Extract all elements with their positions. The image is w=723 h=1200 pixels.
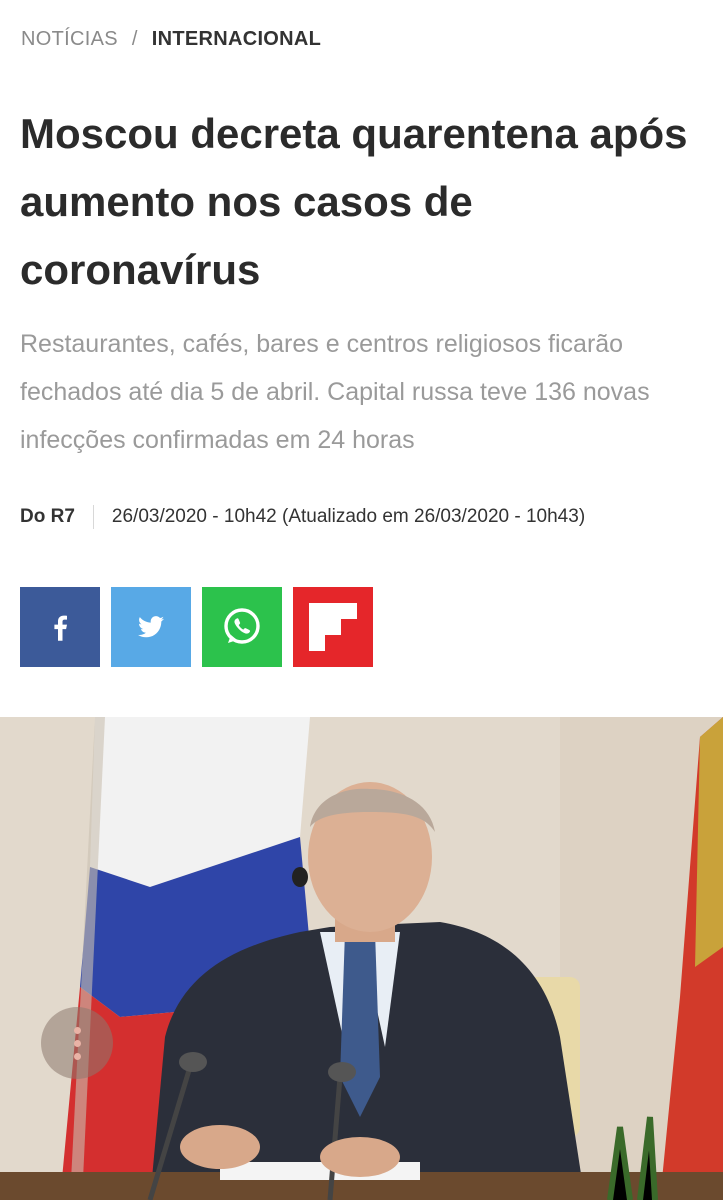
article-source: Do R7 bbox=[20, 506, 75, 527]
twitter-icon bbox=[138, 616, 164, 638]
breadcrumb-section-link[interactable]: NOTÍCIAS bbox=[21, 28, 118, 51]
flipboard-icon bbox=[309, 603, 357, 651]
article-title: Moscou decreta quarentena após aumento n… bbox=[20, 110, 688, 293]
share-facebook-button[interactable] bbox=[20, 587, 100, 667]
breadcrumb: NOTÍCIAS / INTERNACIONAL bbox=[21, 28, 321, 51]
article-subtitle: Restaurantes, cafés, bares e centros rel… bbox=[20, 330, 650, 454]
breadcrumb-subsection-link[interactable]: INTERNACIONAL bbox=[152, 28, 321, 51]
whatsapp-icon bbox=[224, 608, 260, 644]
share-flipboard-button[interactable] bbox=[293, 587, 373, 667]
article-photo-image bbox=[0, 717, 723, 1200]
meta-divider bbox=[92, 505, 94, 529]
share-bar bbox=[20, 587, 373, 667]
breadcrumb-separator: / bbox=[131, 28, 138, 50]
more-options-icon bbox=[73, 1052, 81, 1060]
more-options-icon bbox=[73, 1039, 81, 1047]
share-twitter-button[interactable] bbox=[111, 587, 191, 667]
more-options-button[interactable] bbox=[41, 1007, 113, 1079]
article-timestamp: 26/03/2020 - 10h42 (Atualizado em 26/03/… bbox=[111, 506, 586, 527]
article-photo bbox=[0, 717, 723, 1200]
facebook-icon bbox=[54, 615, 67, 641]
more-options-icon bbox=[73, 1026, 81, 1034]
share-whatsapp-button[interactable] bbox=[202, 587, 282, 667]
article-meta: Do R7 26/03/2020 - 10h42 (Atualizado em … bbox=[20, 505, 585, 529]
